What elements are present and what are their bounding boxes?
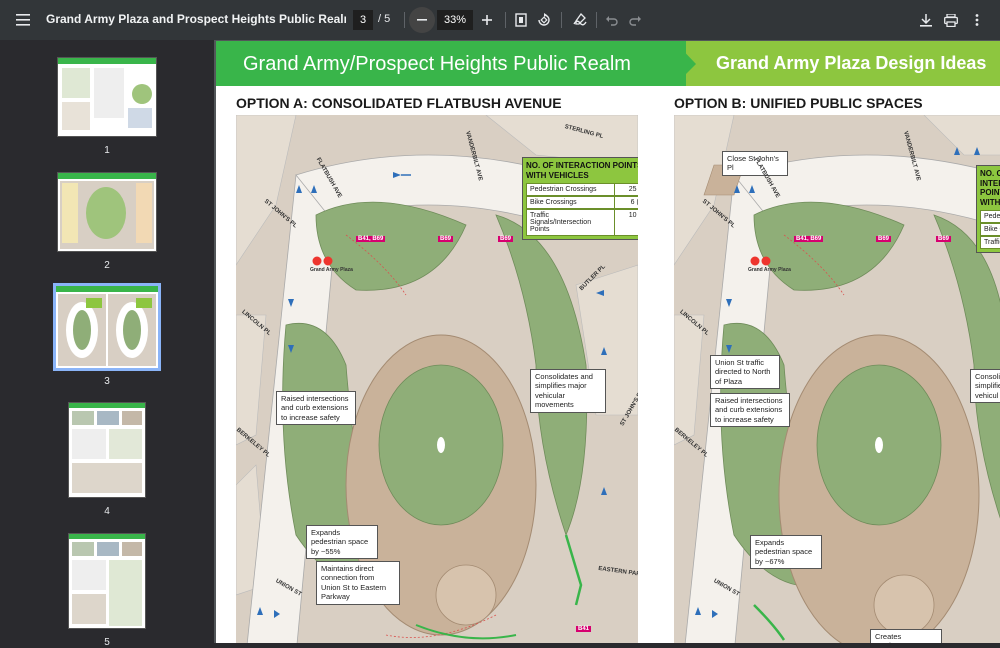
zoom-level-input[interactable]: 33% <box>437 10 473 30</box>
option-b-title: OPTION B: UNIFIED PUBLIC SPACES <box>674 95 923 111</box>
table-row: Traffic Points <box>980 236 1000 250</box>
subway-station-label: Grand Army Plaza <box>748 267 791 273</box>
bus-route-tag: B69 <box>936 236 952 242</box>
table-title: NO. OF INTERACTION POINTS WITH VEHICLES <box>526 161 638 180</box>
pdf-page: Grand Army/Prospect Heights Public Realm… <box>216 41 1000 643</box>
annotate-icon[interactable] <box>567 7 593 33</box>
table-row: Bike Crossings6 (-7) <box>526 196 638 210</box>
thumbnail-label: 4 <box>104 506 110 517</box>
callout-maintains-connection: Maintains direct connection from Union S… <box>316 561 400 605</box>
table-row: Pedest <box>980 210 1000 224</box>
bus-route-tag: B41 <box>576 626 592 632</box>
toolbar-divider <box>505 12 506 28</box>
subway-route-icon <box>312 256 333 266</box>
page-thumbnail-4[interactable] <box>68 402 146 498</box>
menu-icon[interactable] <box>10 7 36 33</box>
zoom-in-button[interactable] <box>474 7 500 33</box>
callout-expands-space: Expands pedestrian space by ~55% <box>306 525 378 560</box>
page-thumbnail-5[interactable] <box>68 533 146 629</box>
document-viewer[interactable]: Grand Army/Prospect Heights Public Realm… <box>214 40 1000 643</box>
document-title: Grand Army Plaza and Prospect Heights Pu… <box>46 12 346 26</box>
callout-union-st: Union St traffic directed to North of Pl… <box>710 355 780 390</box>
thumbnail-sidebar: 1 2 3 4 5 <box>0 40 214 648</box>
zoom-out-button[interactable] <box>409 7 435 33</box>
callout-consolidates: Consolidates and simplifies major vehicu… <box>530 369 606 413</box>
thumbnail-label: 1 <box>104 145 110 156</box>
table-row: Bike C <box>980 223 1000 237</box>
page-total: / 5 <box>378 13 391 25</box>
header-title: Grand Army/Prospect Heights Public Realm <box>243 53 631 75</box>
toolbar-divider <box>404 12 405 28</box>
callout-raised-intersections: Raised intersections and curb extensions… <box>276 391 356 426</box>
page-thumbnail-2[interactable] <box>57 172 157 252</box>
option-b-map: NO. OF INTERACTION POINTS WITH Pedest Bi… <box>674 115 1000 643</box>
subway-station-label: Grand Army Plaza <box>310 267 353 273</box>
bus-route-tag: B69 <box>438 236 454 242</box>
header-arrow <box>674 41 696 86</box>
bus-route-tag: B41, B69 <box>356 236 386 242</box>
bus-route-tag: B69 <box>498 236 514 242</box>
rotate-icon[interactable] <box>531 7 557 33</box>
callout-consolidates: Consolic simplifie vehicul <box>970 369 1000 404</box>
thumbnail-label: 3 <box>104 376 110 387</box>
interaction-points-table: NO. OF INTERACTION POINTS WITH VEHICLES … <box>522 157 638 241</box>
redo-icon[interactable] <box>622 7 648 33</box>
interaction-points-table: NO. OF INTERACTION POINTS WITH Pedest Bi… <box>976 165 1000 254</box>
page-thumbnail-3-selected[interactable] <box>53 283 161 371</box>
more-options-icon[interactable] <box>964 7 990 33</box>
callout-raised-intersections: Raised intersections and curb extensions… <box>710 393 790 428</box>
page-thumbnail-1[interactable] <box>57 57 157 137</box>
table-row: Pedestrian Crossings25 (-6) <box>526 183 638 197</box>
callout-expands-space: Expands pedestrian space by ~67% <box>750 535 822 570</box>
toolbar-divider <box>596 12 597 28</box>
bus-route-tag: B41, B69 <box>794 236 824 242</box>
callout-creates-continuous: Creates continuous <box>870 629 942 643</box>
subway-route-icon <box>750 256 771 266</box>
page-number-input[interactable]: 3 <box>353 10 373 30</box>
table-title: NO. OF INTERACTION POINTS WITH <box>980 169 1000 207</box>
option-a-map: NO. OF INTERACTION POINTS WITH VEHICLES … <box>236 115 638 643</box>
pdf-toolbar: Grand Army Plaza and Prospect Heights Pu… <box>0 0 1000 40</box>
option-a-title: OPTION A: CONSOLIDATED FLATBUSH AVENUE <box>236 95 562 111</box>
print-icon[interactable] <box>938 7 964 33</box>
toolbar-divider <box>561 12 562 28</box>
bus-route-tag: B69 <box>876 236 892 242</box>
thumbnail-label: 2 <box>104 260 110 271</box>
header-subtitle: Grand Army Plaza Design Ideas <box>716 53 987 73</box>
download-icon[interactable] <box>913 7 939 33</box>
table-row: Traffic Signals/Intersection Points10 (-… <box>526 209 638 237</box>
